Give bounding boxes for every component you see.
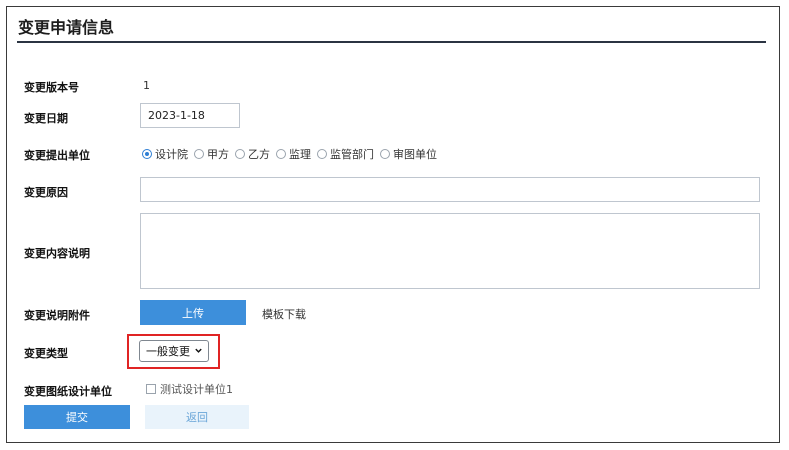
submitter-label: 变更提出单位 [24,149,90,162]
title-divider [17,41,766,43]
radio-drawing-review[interactable]: 审图单位 [380,146,437,162]
radio-regulator[interactable]: 监管部门 [317,146,374,162]
reason-input[interactable] [140,177,760,202]
submit-button[interactable]: 提交 [24,405,130,429]
radio-icon [194,149,204,159]
change-type-select[interactable]: 一般变更 [139,340,209,362]
date-label: 变更日期 [24,112,68,125]
radio-icon [317,149,327,159]
upload-button[interactable]: 上传 [140,300,246,325]
content-textarea[interactable] [140,213,760,289]
reason-label: 变更原因 [24,186,68,199]
checkbox-icon[interactable] [146,384,156,394]
version-label: 变更版本号 [24,81,79,94]
radio-supervisor[interactable]: 监理 [276,146,311,162]
submitter-radio-group: 设计院 甲方 乙方 监理 监管部门 审图单位 [142,146,443,162]
design-unit-label: 变更图纸设计单位 [24,385,112,398]
change-type-selected: 一般变更 [146,345,190,358]
radio-icon [276,149,286,159]
radio-design-institute[interactable]: 设计院 [142,146,188,162]
radio-icon [235,149,245,159]
back-button[interactable]: 返回 [145,405,249,429]
type-label: 变更类型 [24,347,68,360]
section-title: 变更申请信息 [18,18,115,37]
radio-selected-icon [142,149,152,159]
chevron-down-icon [195,348,202,353]
radio-party-a[interactable]: 甲方 [194,146,229,162]
radio-icon [380,149,390,159]
attachment-label: 变更说明附件 [24,309,90,322]
date-input[interactable]: 2023-1-18 [140,103,240,128]
radio-party-b[interactable]: 乙方 [235,146,270,162]
content-label: 变更内容说明 [24,247,90,260]
version-value: 1 [143,79,150,92]
template-download-link[interactable]: 模板下载 [262,306,306,322]
design-unit-option[interactable]: 测试设计单位1 [146,381,233,397]
